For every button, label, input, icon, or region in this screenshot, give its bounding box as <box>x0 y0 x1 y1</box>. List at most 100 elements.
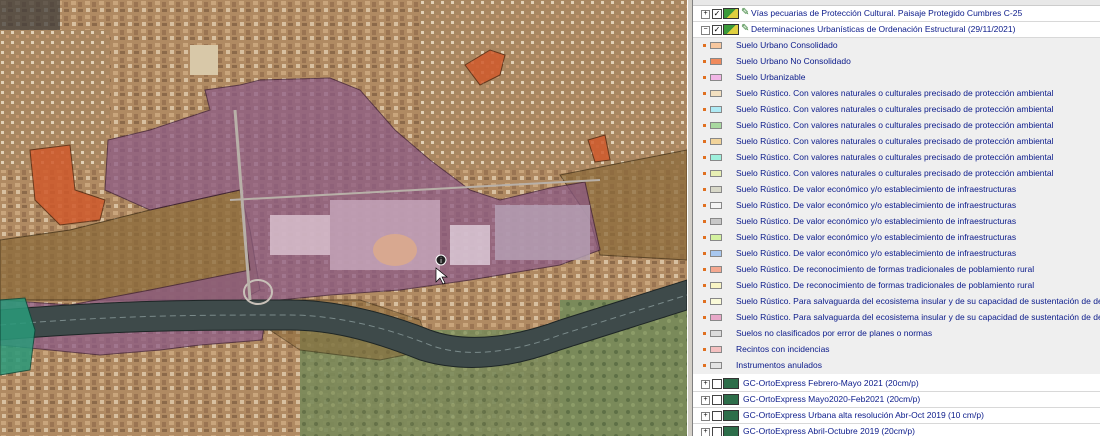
legend-color-swatch <box>710 250 722 257</box>
legend-item-label: Suelo Rústico. De reconocimiento de form… <box>736 264 1035 274</box>
legend-item: Suelo Rústico. De valor económico y/o es… <box>693 214 1100 230</box>
legend-panel-header <box>693 0 1100 6</box>
legend-item: Suelo Urbano Consolidado <box>693 38 1100 54</box>
legend-bullet-icon <box>703 156 706 159</box>
expand-toggle[interactable]: + <box>701 428 710 436</box>
legend-panel: + ✓ ✎ Vías pecuarias de Protección Cultural… <box>693 0 1100 436</box>
legend-bullet-icon <box>703 204 706 207</box>
legend-item-label: Suelo Rústico. De valor económico y/o es… <box>736 184 1017 194</box>
legend-item-label: Suelo Rústico. Para salvaguarda del ecos… <box>736 312 1100 322</box>
legend-color-swatch <box>710 346 722 353</box>
legend-bullet-icon <box>703 92 706 95</box>
legend-bullet-icon <box>703 364 706 367</box>
legend-bullet-icon <box>703 348 706 351</box>
legend-item: Suelo Rústico. De valor económico y/o es… <box>693 182 1100 198</box>
legend-color-swatch <box>710 74 722 81</box>
legend-item: Instrumentos anulados <box>693 358 1100 374</box>
layer-visibility-checkbox[interactable] <box>712 395 722 405</box>
legend-bullet-icon <box>703 140 706 143</box>
layer-row[interactable]: + ✓ ✎ Vías pecuarias de Protección Cultural… <box>693 6 1100 22</box>
legend-item: Suelo Urbanizable <box>693 70 1100 86</box>
legend-color-swatch <box>710 154 722 161</box>
layer-label: GC-OrtoExpress Urbana alta resolución Ab… <box>743 410 984 420</box>
expand-toggle[interactable]: + <box>701 380 710 389</box>
layer-visibility-checkbox[interactable] <box>712 379 722 389</box>
legend-item-label: Suelos no clasificados por error de plan… <box>736 328 933 338</box>
legend-item-label: Suelo Urbanizable <box>736 72 806 82</box>
collapse-toggle[interactable]: − <box>701 26 710 35</box>
legend-item: Suelo Rústico. De reconocimiento de form… <box>693 262 1100 278</box>
legend-item: Recintos con incidencias <box>693 342 1100 358</box>
legend-color-swatch <box>710 298 722 305</box>
layer-label: Determinaciones Urbanísticas de Ordenaci… <box>751 24 1016 34</box>
layer-label: GC-OrtoExpress Febrero-Mayo 2021 (20cm/p… <box>743 378 919 388</box>
legend-item-label: Recintos con incidencias <box>736 344 830 354</box>
legend-item: Suelo Urbano No Consolidado <box>693 54 1100 70</box>
legend-item-label: Suelo Rústico. Con valores naturales o c… <box>736 136 1054 146</box>
legend-item: Suelo Rústico. Para salvaguarda del ecos… <box>693 294 1100 310</box>
legend-item-label: Suelo Urbano No Consolidado <box>736 56 851 66</box>
layer-label: GC-OrtoExpress Abril-Octubre 2019 (20cm/… <box>743 426 915 436</box>
layer-row[interactable]: + GC-OrtoExpress Febrero-Mayo 2021 (20cm/… <box>693 376 1100 392</box>
legend-item: Suelos no clasificados por error de plan… <box>693 326 1100 342</box>
legend-color-swatch <box>710 202 722 209</box>
legend-item-label: Suelo Rústico. De valor económico y/o es… <box>736 248 1017 258</box>
expand-toggle[interactable]: + <box>701 10 710 19</box>
legend-item-label: Suelo Rústico. Con valores naturales o c… <box>736 152 1054 162</box>
legend-color-swatch <box>710 266 722 273</box>
legend-item: Suelo Rústico. Con valores naturales o c… <box>693 118 1100 134</box>
layer-visibility-checkbox[interactable]: ✓ <box>712 9 722 19</box>
building-3 <box>450 225 490 265</box>
raster-layer-icon <box>723 378 739 389</box>
legend-bullet-icon <box>703 60 706 63</box>
legend-item: Suelo Rústico. De valor económico y/o es… <box>693 246 1100 262</box>
legend-color-swatch <box>710 122 722 129</box>
legend-bullet-icon <box>703 220 706 223</box>
vector-layer-icon <box>723 24 739 35</box>
layer-row[interactable]: − ✓ ✎ Determinaciones Urbanísticas de Orden… <box>693 22 1100 38</box>
legend-item: Suelo Rústico. Para salvaguarda del ecos… <box>693 310 1100 326</box>
legend-item: Suelo Rústico. De valor económico y/o es… <box>693 230 1100 246</box>
legend-bullet-icon <box>703 300 706 303</box>
legend-bullet-icon <box>703 188 706 191</box>
legend-item-label: Suelo Rústico. De valor económico y/o es… <box>736 232 1017 242</box>
layer-visibility-checkbox[interactable] <box>712 427 722 436</box>
legend-item: Suelo Rústico. Con valores naturales o c… <box>693 86 1100 102</box>
legend-color-swatch <box>710 330 722 337</box>
legend-bullet-icon <box>703 108 706 111</box>
legend-bullet-icon <box>703 316 706 319</box>
legend-item-label: Suelo Rústico. Con valores naturales o c… <box>736 104 1054 114</box>
legend-color-swatch <box>710 90 722 97</box>
raster-layer-icon <box>723 426 739 436</box>
legend-item: Suelo Rústico. De reconocimiento de form… <box>693 278 1100 294</box>
legend-item-label: Suelo Rústico. De reconocimiento de form… <box>736 280 1035 290</box>
expand-toggle[interactable]: + <box>701 412 710 421</box>
layer-row[interactable]: + GC-OrtoExpress Urbana alta resolución A… <box>693 408 1100 424</box>
legend-color-swatch <box>710 106 722 113</box>
legend-item: Suelo Rústico. Con valores naturales o c… <box>693 166 1100 182</box>
legend-item: Suelo Rústico. Con valores naturales o c… <box>693 102 1100 118</box>
legend-color-swatch <box>710 234 722 241</box>
layer-row[interactable]: + GC-OrtoExpress Abril-Octubre 2019 (20cm… <box>693 424 1100 436</box>
legend-color-swatch <box>710 138 722 145</box>
legend-item-label: Suelo Rústico. Con valores naturales o c… <box>736 168 1054 178</box>
layer-visibility-checkbox[interactable] <box>712 411 722 421</box>
layer-label: Vías pecuarias de Protección Cultural. P… <box>751 8 1023 18</box>
legend-item-label: Suelo Rústico. De valor económico y/o es… <box>736 200 1017 210</box>
legend-color-swatch <box>710 186 722 193</box>
layer-visibility-checkbox[interactable]: ✓ <box>712 25 722 35</box>
legend-color-swatch <box>710 170 722 177</box>
raster-layer-icon <box>723 394 739 405</box>
edit-pencil-icon: ✎ <box>741 7 750 18</box>
legend-bullet-icon <box>703 124 706 127</box>
vector-layer-icon <box>723 8 739 19</box>
map-view[interactable]: i <box>0 0 687 436</box>
building-1 <box>270 215 330 255</box>
layer-row[interactable]: + GC-OrtoExpress Mayo2020-Feb2021 (20cm/p… <box>693 392 1100 408</box>
raster-layer-icon <box>723 410 739 421</box>
legend-color-swatch <box>710 218 722 225</box>
legend-color-swatch <box>710 314 722 321</box>
legend-item: Suelo Rústico. Con valores naturales o c… <box>693 134 1100 150</box>
legend-bullet-icon <box>703 44 706 47</box>
expand-toggle[interactable]: + <box>701 396 710 405</box>
